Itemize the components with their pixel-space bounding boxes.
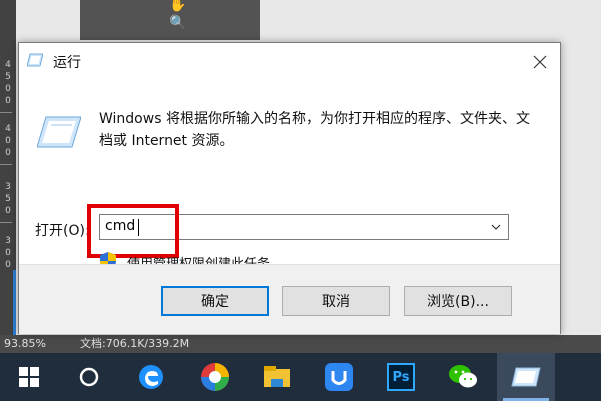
baidu-netdisk-icon [325, 363, 353, 391]
hand-tool-icon[interactable]: ✋ [166, 0, 190, 14]
photoshop-status-bar: 93.85% 文档:706.1K/339.2M [0, 335, 601, 353]
red-highlight-box [87, 204, 179, 258]
dialog-description: Windows 将根据你所输入的名称，为你打开相应的程序、文件夹、文档或 Int… [99, 111, 530, 149]
start-button[interactable] [0, 353, 58, 401]
edge-icon [139, 365, 163, 389]
dialog-titlebar[interactable]: 运行 [19, 43, 560, 81]
dialog-footer: 确定 取消 浏览(B)... [19, 264, 560, 334]
edge-button[interactable] [122, 353, 180, 401]
zoom-level: 93.85% [4, 337, 46, 350]
vertical-ruler: 4 5 0 0 4 0 0 3 5 0 3 0 0 [0, 0, 16, 340]
windows-taskbar: Ps [0, 353, 601, 401]
photoshop-button[interactable]: Ps [372, 353, 430, 401]
cortana-button[interactable] [60, 353, 118, 401]
explorer-icon [264, 366, 290, 387]
cancel-button[interactable]: 取消 [282, 286, 390, 316]
run-large-icon [37, 116, 81, 148]
browse-button[interactable]: 浏览(B)... [404, 286, 512, 316]
document-info: 文档:706.1K/339.2M [80, 337, 190, 350]
baidu-netdisk-button[interactable] [310, 353, 368, 401]
start-icon [19, 367, 39, 387]
photoshop-icon: Ps [387, 363, 415, 391]
wechat-icon [449, 365, 477, 388]
ok-button[interactable]: 确定 [161, 286, 269, 316]
chevron-down-icon[interactable] [490, 220, 502, 234]
close-icon [533, 55, 547, 69]
run-icon [511, 367, 541, 387]
zoom-tool-icon[interactable]: 🔍 [166, 14, 190, 32]
photoshop-tool-panel: ✋ 🔍 [80, 0, 260, 40]
file-explorer-button[interactable] [248, 353, 306, 401]
run-dialog-taskbar-button[interactable] [497, 353, 555, 401]
photos-icon [201, 363, 229, 391]
run-dialog: 运行 Windows 将根据你所输入的名称，为你打开相应的程序、文件夹、文档或 … [18, 42, 561, 334]
photos-button[interactable] [186, 353, 244, 401]
close-button[interactable] [520, 43, 560, 81]
dialog-body: Windows 将根据你所输入的名称，为你打开相应的程序、文件夹、文档或 Int… [19, 81, 560, 272]
cortana-icon [79, 367, 99, 387]
open-label: 打开(O): [35, 223, 90, 239]
run-title-icon [27, 53, 43, 67]
dialog-title: 运行 [53, 55, 81, 71]
ruler-selection-bar [13, 270, 16, 340]
wechat-button[interactable] [434, 353, 492, 401]
